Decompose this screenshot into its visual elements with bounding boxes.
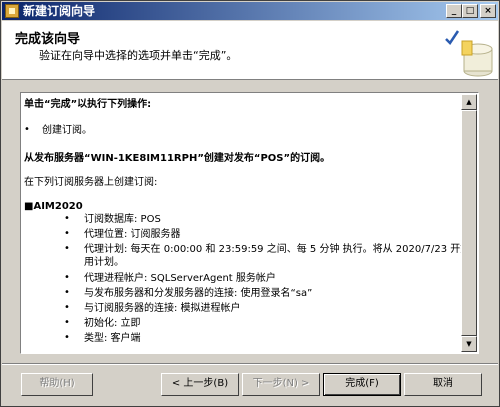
publication-line: 从发布服务器“WIN-1KE8IM11RPH”创建对发布“POS”的订阅。 xyxy=(24,153,331,164)
help-button[interactable]: 帮助(H) xyxy=(21,373,93,396)
close-button[interactable]: × xyxy=(480,4,496,18)
subscriber-name: ■AIM2020 xyxy=(24,201,83,212)
bullet-icon: • xyxy=(64,213,70,224)
detail-item-continued: 用计划。 xyxy=(84,257,124,268)
detail-item: 初始化: 立即 xyxy=(84,318,141,329)
bullet-icon: • xyxy=(64,317,70,328)
detail-item: 代理位置: 订阅服务器 xyxy=(84,229,181,240)
page-title: 完成该向导 xyxy=(15,32,81,47)
detail-item: 与订阅服务器的连接: 模拟进程帐户 xyxy=(84,303,241,314)
back-button[interactable]: < 上一步(B) xyxy=(161,373,239,396)
vertical-scrollbar[interactable]: ▲ ▼ xyxy=(461,94,477,352)
bullet-icon: • xyxy=(64,302,70,313)
scroll-thumb[interactable] xyxy=(461,110,477,336)
detail-item: 代理计划: 每天在 0:00:00 和 23:59:59 之间、每 5 分钟 执… xyxy=(84,244,463,255)
action-item: 创建订阅。 xyxy=(42,125,92,136)
detail-item: 订阅数据库: POS xyxy=(84,214,161,225)
app-icon xyxy=(5,4,19,18)
maximize-button[interactable]: □ xyxy=(462,4,478,18)
page-subtitle: 验证在向导中选择的选项并单击“完成”。 xyxy=(39,49,238,62)
next-button[interactable]: 下一步(N) > xyxy=(242,373,320,396)
scroll-up-icon[interactable]: ▲ xyxy=(461,94,477,110)
subscribers-heading: 在下列订阅服务器上创建订阅: xyxy=(24,177,158,188)
bullet-icon: • xyxy=(24,124,30,135)
wizard-header: 完成该向导 验证在向导中选择的选项并单击“完成”。 xyxy=(2,21,498,80)
finish-button[interactable]: 完成(F) xyxy=(323,373,401,396)
summary-content: 单击“完成”以执行下列操作: • 创建订阅。 从发布服务器“WIN-1KE8IM… xyxy=(22,94,463,352)
scroll-down-icon[interactable]: ▼ xyxy=(461,336,477,352)
bullet-icon: • xyxy=(64,272,70,283)
bullet-icon: • xyxy=(64,243,70,254)
window-title: 新建订阅向导 xyxy=(23,4,96,18)
bullet-icon: • xyxy=(64,228,70,239)
minimize-button[interactable]: _ xyxy=(446,4,462,18)
cancel-button[interactable]: 取消 xyxy=(404,373,482,396)
detail-item: 代理进程帐户: SQLServerAgent 服务帐户 xyxy=(84,273,276,284)
summary-panel[interactable]: 单击“完成”以执行下列操作: • 创建订阅。 从发布服务器“WIN-1KE8IM… xyxy=(20,92,479,354)
wizard-complete-icon xyxy=(445,30,493,77)
bullet-icon: • xyxy=(64,332,70,343)
detail-item: 与发布服务器和分发服务器的连接: 使用登录名“sa” xyxy=(84,288,313,299)
wizard-window: 新建订阅向导 _ □ × 完成该向导 验证在向导中选择的选项并单击“完成”。 单… xyxy=(0,0,500,407)
bullet-icon: • xyxy=(64,287,70,298)
detail-item: 类型: 客户端 xyxy=(84,333,141,344)
summary-intro: 单击“完成”以执行下列操作: xyxy=(24,99,152,110)
button-bar-divider xyxy=(2,363,498,365)
title-bar[interactable]: 新建订阅向导 _ □ × xyxy=(2,2,498,20)
